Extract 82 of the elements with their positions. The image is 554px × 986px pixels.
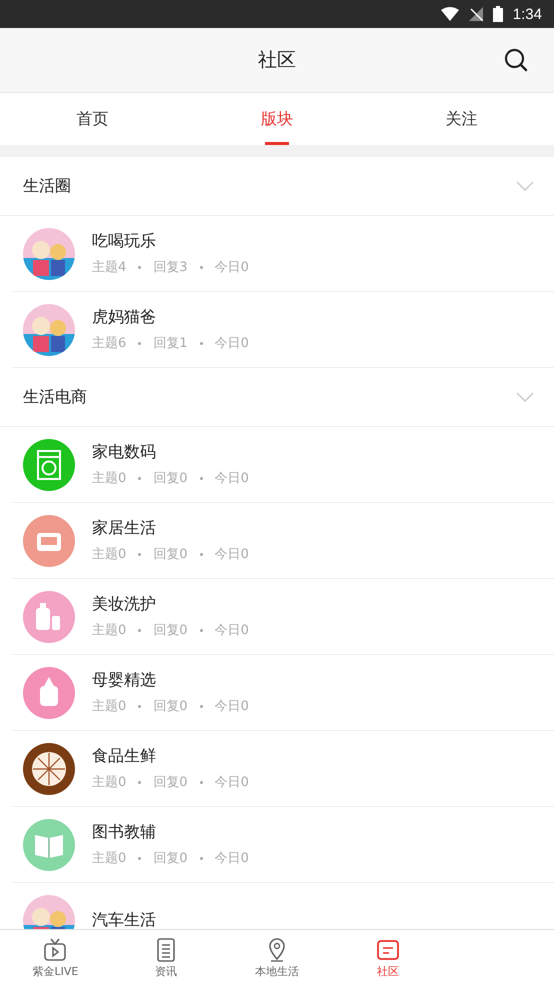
separator-dot bbox=[138, 704, 142, 708]
forum-name: 美妆洗护 bbox=[92, 594, 157, 615]
stat-text: 回复1 bbox=[153, 335, 188, 352]
nav-tab[interactable]: 资讯 bbox=[110, 930, 222, 986]
stat-text: 主题6 bbox=[92, 335, 126, 352]
chevron-down-icon bbox=[516, 181, 534, 191]
search-icon[interactable] bbox=[504, 48, 528, 72]
tv-icon bbox=[43, 938, 68, 962]
stat-text: 回复0 bbox=[153, 470, 188, 487]
separator-dot bbox=[200, 628, 203, 632]
forum-row[interactable]: 家居生活 主题0 回复0 今日0 bbox=[12, 503, 554, 579]
chevron-down-icon bbox=[516, 392, 534, 402]
stat-text: 今日0 bbox=[214, 698, 249, 715]
page-title: 社区 bbox=[258, 48, 296, 73]
separator-dot bbox=[138, 552, 142, 556]
tab[interactable]: 版块 bbox=[184, 93, 370, 145]
forum-row[interactable]: 母婴精选 主题0 回复0 今日0 bbox=[12, 655, 554, 731]
separator-dot bbox=[138, 266, 142, 268]
forum-name: 虎妈猫爸 bbox=[92, 307, 157, 328]
stat-text: 主题0 bbox=[92, 850, 126, 867]
chat-icon bbox=[376, 938, 400, 962]
wifi-icon bbox=[440, 7, 459, 21]
category-icon bbox=[23, 590, 75, 642]
stat-text: 今日0 bbox=[214, 546, 249, 563]
stat-text: 主题0 bbox=[92, 774, 126, 791]
separator-dot bbox=[200, 266, 203, 268]
stat-text: 主题0 bbox=[92, 622, 126, 639]
battery-icon bbox=[492, 6, 503, 22]
forum-name: 家居生活 bbox=[92, 518, 157, 539]
forum-row[interactable]: 图书教辅 主题0 回复0 今日0 bbox=[12, 807, 554, 883]
separator-dot bbox=[138, 342, 142, 344]
separator-dot bbox=[200, 342, 203, 344]
forum-row[interactable]: 家电数码 主题0 回复0 今日0 bbox=[12, 427, 554, 503]
forum-name: 汽车生活 bbox=[92, 910, 156, 929]
status-time: 1:34 bbox=[512, 6, 542, 22]
stat-text: 回复0 bbox=[153, 546, 188, 563]
forum-name: 母婴精选 bbox=[92, 670, 157, 691]
stat-text: 回复0 bbox=[153, 622, 188, 639]
stat-text: 回复3 bbox=[153, 259, 188, 276]
separator-dot bbox=[138, 856, 142, 860]
separator-dot bbox=[138, 780, 142, 784]
stat-text: 今日0 bbox=[214, 850, 249, 867]
stat-text: 今日0 bbox=[214, 622, 249, 639]
tab[interactable]: 首页 bbox=[0, 93, 185, 145]
separator-dot bbox=[138, 476, 142, 480]
forum-row[interactable]: 食品生鲜 主题0 回复0 今日0 bbox=[12, 731, 554, 807]
stat-text: 今日0 bbox=[214, 335, 249, 352]
nav-tab[interactable]: 本地生活 bbox=[222, 930, 332, 986]
stat-text: 主题0 bbox=[92, 470, 126, 487]
separator-dot bbox=[200, 476, 203, 480]
forum-row[interactable]: 吃喝玩乐 主题4 回复3 今日0 bbox=[12, 216, 554, 292]
section-title: 生活电商 bbox=[23, 386, 87, 408]
stat-text: 今日0 bbox=[214, 259, 249, 276]
separator-dot bbox=[200, 856, 203, 860]
forum-name: 吃喝玩乐 bbox=[92, 231, 157, 252]
category-icon bbox=[23, 438, 75, 490]
stat-text: 回复0 bbox=[153, 774, 188, 791]
separator-dot bbox=[200, 780, 203, 784]
stat-text: 今日0 bbox=[214, 470, 249, 487]
nav-tab[interactable]: 社区 bbox=[332, 930, 444, 986]
category-icon bbox=[23, 742, 75, 794]
separator-dot bbox=[200, 552, 203, 556]
stat-text: 主题0 bbox=[92, 698, 126, 715]
category-icon bbox=[23, 514, 75, 566]
forum-name: 图书教辅 bbox=[92, 822, 157, 843]
forum-row[interactable]: 虎妈猫爸 主题6 回复1 今日0 bbox=[12, 292, 554, 368]
nav-tab[interactable]: 紫金LIVE bbox=[0, 930, 111, 986]
stat-text: 主题4 bbox=[92, 259, 126, 276]
stat-text: 回复0 bbox=[153, 850, 188, 867]
no-signal-icon bbox=[468, 7, 483, 21]
section-title: 生活圈 bbox=[23, 176, 71, 196]
tab[interactable]: 关注 bbox=[369, 93, 554, 145]
stat-text: 回复0 bbox=[153, 698, 188, 715]
separator-dot bbox=[200, 704, 203, 708]
forum-name: 食品生鲜 bbox=[92, 746, 157, 767]
stat-text: 今日0 bbox=[214, 774, 249, 791]
category-icon bbox=[23, 666, 75, 718]
forum-row[interactable]: 美妆洗护 主题0 回复0 今日0 bbox=[12, 579, 554, 655]
forum-name: 家电数码 bbox=[92, 442, 157, 463]
category-icon bbox=[23, 818, 75, 870]
stat-text: 主题0 bbox=[92, 546, 126, 563]
separator-dot bbox=[138, 628, 142, 632]
